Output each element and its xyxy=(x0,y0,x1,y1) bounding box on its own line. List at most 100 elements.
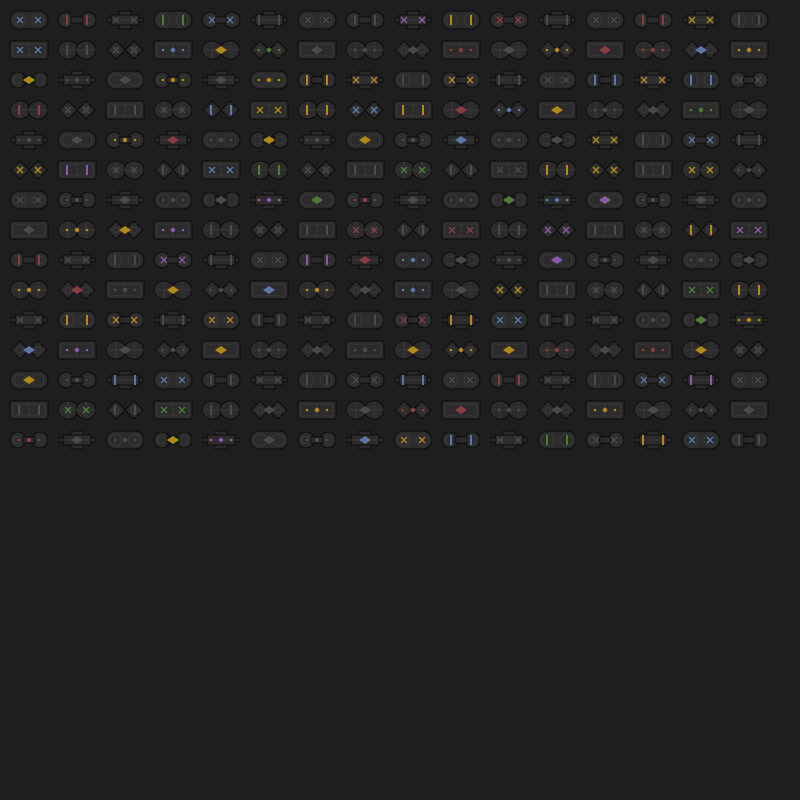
sprite-tile-twin-disc xyxy=(633,39,673,61)
sprite-graphic xyxy=(585,431,625,449)
sprite-graphic xyxy=(345,11,385,29)
sprite-tile-dumbbell xyxy=(393,309,433,331)
sprite-graphic xyxy=(201,11,241,29)
sprite-graphic xyxy=(585,400,625,420)
sprite-tile-dumbbell xyxy=(297,249,337,271)
sprite-tile-capsule xyxy=(297,189,337,211)
sprite-graphic xyxy=(57,310,97,330)
sprite-tile-capsule xyxy=(9,189,49,211)
sprite-tile-rect xyxy=(681,99,721,121)
sprite-tile-diamond-pair xyxy=(393,399,433,421)
sprite-tile-twin-disc xyxy=(105,339,145,361)
sprite-graphic xyxy=(153,370,193,390)
sprite-tile-dumbbell xyxy=(681,129,721,151)
sprite-graphic xyxy=(633,400,673,420)
sprite-tile-capsule xyxy=(249,429,289,451)
sprite-tile-twin-disc xyxy=(537,159,577,181)
sprite-tile-cross xyxy=(297,309,337,331)
sprite-tile-diamond-pair xyxy=(585,339,625,361)
sprite-tile-cross xyxy=(489,429,529,451)
sprite-graphic xyxy=(681,160,721,180)
sprite-tile-cross xyxy=(105,369,145,391)
sprite-graphic xyxy=(441,190,481,210)
sprite-tile-twin-disc xyxy=(585,279,625,301)
sprite-tile-dumbbell xyxy=(249,309,289,331)
sprite-graphic xyxy=(393,131,433,149)
sprite-tile-cross xyxy=(105,9,145,31)
sprite-tile-cross xyxy=(345,249,385,271)
sprite-tile-capsule xyxy=(297,369,337,391)
sprite-tile-diamond-pair xyxy=(201,99,241,121)
sprite-graphic xyxy=(249,250,289,270)
sprite-tile-capsule xyxy=(249,249,289,271)
sprite-graphic xyxy=(537,311,577,329)
sprite-tile-cross xyxy=(9,129,49,151)
sprite-graphic xyxy=(9,10,49,30)
sprite-tile-cross xyxy=(201,69,241,91)
sprite-graphic xyxy=(441,40,481,60)
sprite-tile-cross xyxy=(681,189,721,211)
sprite-graphic xyxy=(489,11,529,29)
sprite-tile-dumbbell xyxy=(585,429,625,451)
sprite-tile-capsule xyxy=(441,9,481,31)
sprite-graphic xyxy=(201,40,241,60)
sprite-tile-cross xyxy=(393,189,433,211)
sprite-graphic xyxy=(58,70,96,90)
sprite-graphic xyxy=(393,311,433,329)
sprite-tile-cross xyxy=(537,9,577,31)
sprite-tile-twin-disc xyxy=(345,39,385,61)
sprite-tile-dumbbell xyxy=(201,9,241,31)
sprite-tile-twin-disc xyxy=(57,399,97,421)
sprite-tile-diamond-pair xyxy=(633,279,673,301)
sprite-tile-dumbbell xyxy=(9,249,49,271)
sprite-tile-dumbbell xyxy=(345,9,385,31)
sprite-tile-rect xyxy=(537,279,577,301)
sprite-graphic xyxy=(729,100,769,120)
sprite-graphic xyxy=(586,310,624,330)
sprite-graphic xyxy=(633,340,673,360)
sprite-graphic xyxy=(586,340,624,360)
sprite-tile-cross xyxy=(585,309,625,331)
sprite-tile-rect xyxy=(57,159,97,181)
sprite-graphic xyxy=(585,40,625,60)
sprite-graphic xyxy=(393,280,433,300)
sprite-graphic xyxy=(202,430,240,450)
sprite-graphic xyxy=(585,220,625,240)
sprite-graphic xyxy=(154,160,192,180)
sprite-graphic xyxy=(298,310,336,330)
sprite-graphic xyxy=(346,100,384,120)
sprite-tile-twin-disc xyxy=(489,219,529,241)
sprite-graphic xyxy=(9,40,49,60)
sprite-tile-diamond-pair xyxy=(681,219,721,241)
sprite-tile-capsule xyxy=(345,129,385,151)
sprite-graphic xyxy=(489,40,529,60)
sprite-tile-rect xyxy=(153,399,193,421)
sprite-tile-diamond-pair xyxy=(537,399,577,421)
sprite-tile-diamond-pair xyxy=(57,279,97,301)
sprite-tile-capsule xyxy=(393,69,433,91)
sprite-graphic xyxy=(682,370,720,390)
sprite-graphic xyxy=(489,160,529,180)
sprite-graphic xyxy=(490,430,528,450)
sprite-graphic xyxy=(9,100,49,120)
sprite-tile-capsule xyxy=(57,309,97,331)
sprite-tile-capsule xyxy=(489,129,529,151)
sprite-tile-dumbbell xyxy=(57,9,97,31)
sprite-graphic xyxy=(682,10,720,30)
sprite-graphic xyxy=(249,70,289,90)
sprite-graphic xyxy=(634,250,672,270)
sprite-tile-diamond-pair xyxy=(729,159,769,181)
sprite-graphic xyxy=(633,130,673,150)
sprite-graphic xyxy=(9,190,49,210)
sprite-graphic xyxy=(730,160,768,180)
sprite-graphic xyxy=(9,370,49,390)
sprite-graphic xyxy=(57,340,97,360)
sprite-tile-twin-disc xyxy=(345,399,385,421)
sprite-graphic xyxy=(153,251,193,269)
sprite-tile-rect xyxy=(585,39,625,61)
sprite-graphic xyxy=(345,160,385,180)
sprite-tile-capsule xyxy=(345,309,385,331)
sprite-tile-capsule xyxy=(681,69,721,91)
sprite-graphic xyxy=(585,251,625,269)
sprite-tile-capsule xyxy=(249,69,289,91)
